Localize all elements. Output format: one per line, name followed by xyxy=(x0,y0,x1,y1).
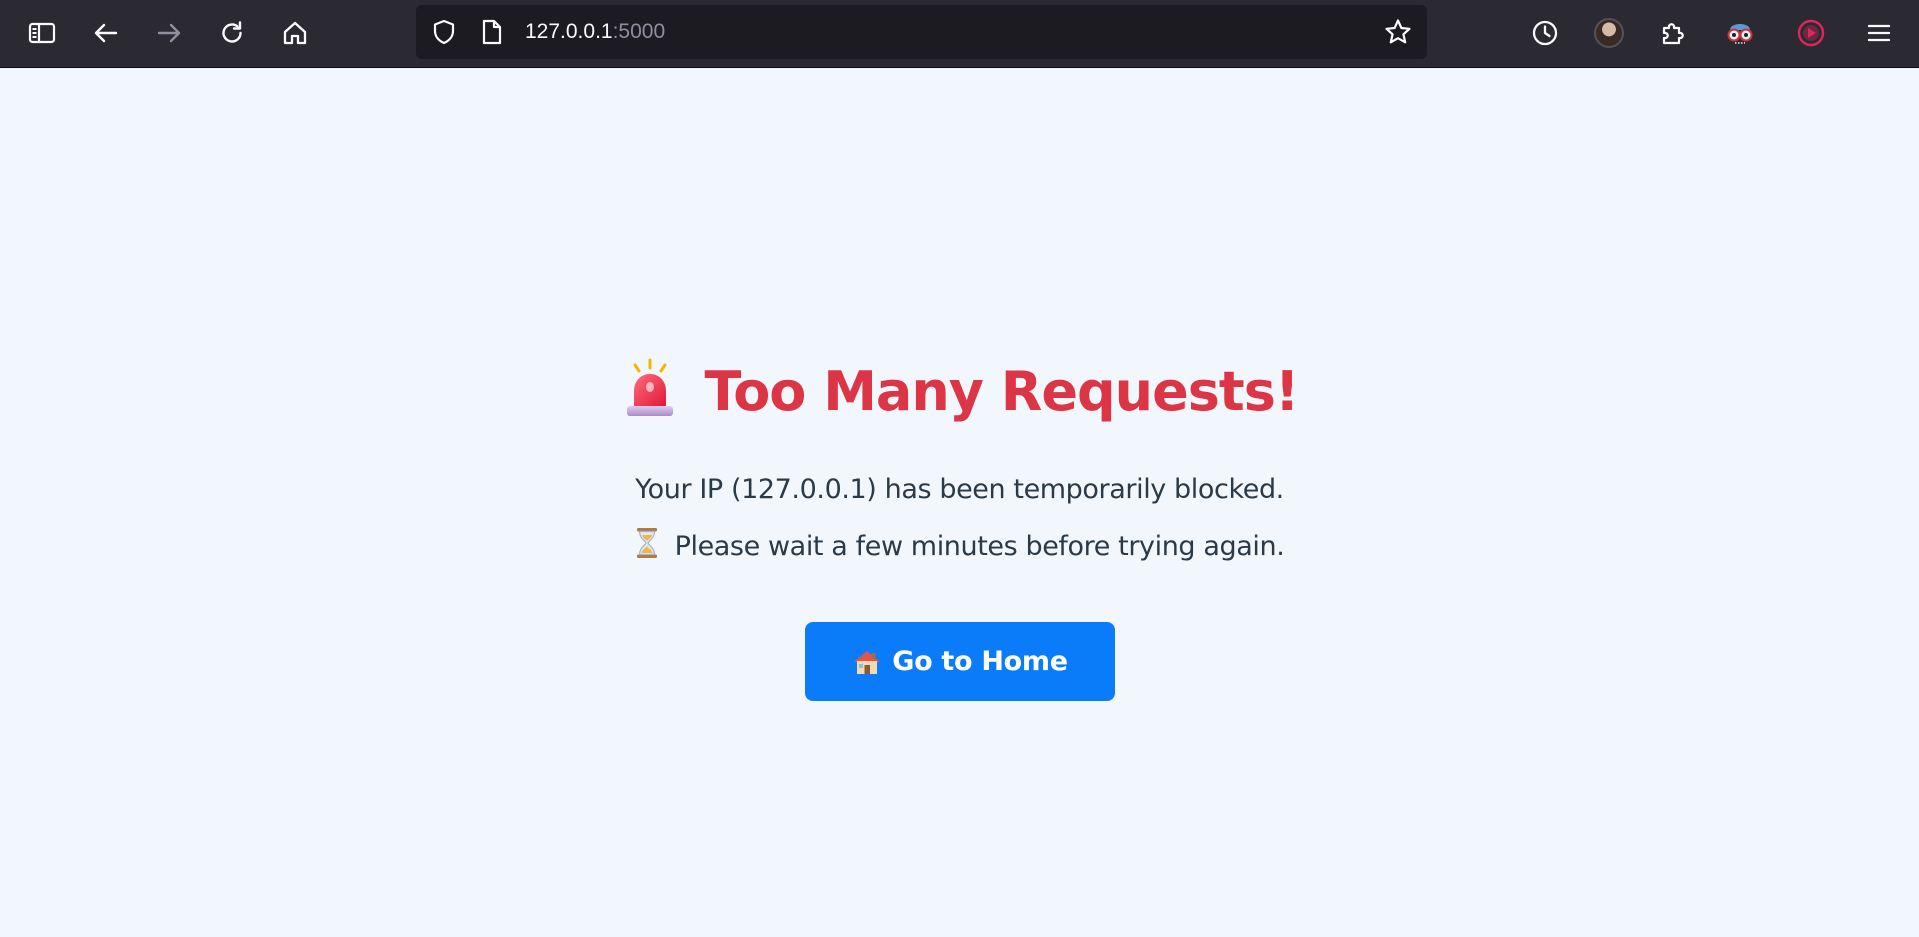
url-host: 127.0.0.1 xyxy=(525,20,613,43)
wait-message-line: Please wait a few minutes before trying … xyxy=(0,527,1919,564)
home-toolbar-button[interactable] xyxy=(275,13,315,53)
blocked-message: Your IP (127.0.0.1) has been temporarily… xyxy=(635,474,1284,505)
shield-icon[interactable] xyxy=(432,19,456,45)
page-heading: Too Many Requests! xyxy=(0,358,1919,425)
hourglass-emoji xyxy=(636,528,657,558)
home-icon xyxy=(283,21,307,45)
page-icon[interactable] xyxy=(480,19,504,45)
page-title: Too Many Requests! xyxy=(704,360,1300,423)
account-button[interactable] xyxy=(1589,13,1629,53)
browser-toolbar: 127.0.0.1:5000 xyxy=(0,0,1919,68)
clock-icon xyxy=(1532,20,1558,46)
forward-arrow-icon xyxy=(157,23,181,43)
page-content: Too Many Requests! Your IP (127.0.0.1) h… xyxy=(0,68,1919,937)
glasses-extension-button[interactable] xyxy=(1720,13,1760,53)
back-arrow-icon xyxy=(94,23,118,43)
go-to-home-label: Go to Home xyxy=(892,646,1068,677)
hamburger-menu-icon xyxy=(1867,24,1891,42)
glasses-extension-icon xyxy=(1727,24,1753,44)
record-extension-icon xyxy=(1797,19,1825,47)
record-extension-button[interactable] xyxy=(1791,13,1831,53)
url-bar[interactable]: 127.0.0.1:5000 xyxy=(416,5,1427,59)
extensions-button[interactable] xyxy=(1653,13,1693,53)
back-button[interactable] xyxy=(86,13,126,53)
wait-message: Please wait a few minutes before trying … xyxy=(674,531,1285,562)
history-button[interactable] xyxy=(1525,13,1565,53)
go-to-home-button[interactable]: Go to Home xyxy=(805,622,1115,701)
forward-button[interactable] xyxy=(149,13,189,53)
avatar xyxy=(1594,18,1624,48)
app-menu-button[interactable] xyxy=(1859,13,1899,53)
puzzle-icon xyxy=(1662,23,1684,45)
url-text[interactable]: 127.0.0.1:5000 xyxy=(525,20,665,44)
url-port: :5000 xyxy=(612,20,666,43)
siren-emoji xyxy=(626,358,673,416)
reload-button[interactable] xyxy=(212,13,252,53)
bookmark-star-icon[interactable] xyxy=(1384,18,1412,46)
sidebar-button[interactable] xyxy=(22,13,62,53)
sidebar-icon xyxy=(28,22,56,44)
reload-icon xyxy=(222,21,242,43)
house-emoji xyxy=(854,650,881,674)
